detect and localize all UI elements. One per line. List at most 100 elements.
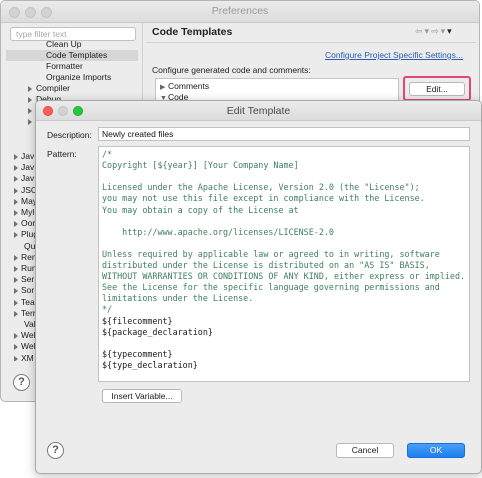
expand-arrow-icon[interactable] <box>14 355 18 361</box>
pattern-line: ${typecomment} <box>102 348 173 359</box>
tree-item[interactable]: Sor <box>6 285 34 296</box>
configure-label: Configure generated code and comments: <box>152 65 311 75</box>
history-nav-icons[interactable]: ⇦▾⇨▾▾ <box>415 26 454 37</box>
pattern-editor[interactable]: /* Copyright [${year}] [Your Company Name… <box>98 146 470 382</box>
insert-variable-button[interactable]: Insert Variable... <box>102 389 182 403</box>
preferences-titlebar: Preferences <box>1 1 479 23</box>
back-arrow-icon[interactable]: ⇦ <box>415 26 425 36</box>
tree-item[interactable]: May <box>6 196 37 207</box>
help-icon[interactable]: ? <box>47 442 64 459</box>
expand-arrow-icon[interactable] <box>14 221 18 228</box>
tree-item-label: Myl <box>21 207 35 217</box>
pattern-line: distributed under the License is distrib… <box>102 260 430 270</box>
pattern-line: See the License for the specific languag… <box>102 282 440 293</box>
ok-button[interactable]: OK <box>407 443 465 458</box>
tree-item-label: Ser <box>21 274 35 285</box>
expand-arrow-icon[interactable] <box>14 310 18 317</box>
tree-item[interactable]: Jav <box>6 173 34 184</box>
expand-arrow-icon[interactable] <box>28 119 32 125</box>
tree-item[interactable]: Ser <box>6 274 34 285</box>
expand-arrow-icon[interactable] <box>14 210 18 216</box>
expand-arrow-icon[interactable] <box>14 277 18 284</box>
tree-item[interactable]: Tea <box>6 297 35 308</box>
expand-arrow-icon[interactable] <box>14 254 18 261</box>
forward-arrow-icon[interactable]: ⇨ <box>431 26 441 36</box>
tree-item-label: Compiler <box>36 83 71 93</box>
pattern-line: ${filecomment} <box>102 315 173 326</box>
tree-item[interactable]: Formatter <box>6 61 138 72</box>
tree-item-label: Jav <box>21 151 35 161</box>
expand-arrow-icon[interactable] <box>28 97 32 103</box>
tree-item[interactable]: Organize Imports <box>6 72 138 83</box>
tree-item-label: XM <box>21 352 34 361</box>
tree-item[interactable]: Wel <box>6 330 36 341</box>
expand-arrow-icon[interactable] <box>14 154 18 160</box>
tree-item[interactable]: Qui <box>6 241 37 252</box>
tree-item-label: Jav <box>21 173 35 184</box>
expand-arrow-icon[interactable] <box>28 108 32 114</box>
template-item-label: Comments <box>168 81 210 91</box>
pattern-line: Unless required by applicable law or agr… <box>102 248 440 259</box>
expand-arrow-icon[interactable] <box>14 266 18 272</box>
expand-arrow-icon[interactable] <box>14 165 18 172</box>
expand-arrow-icon[interactable] <box>14 333 18 340</box>
page-title: Code Templates <box>152 26 233 38</box>
pattern-label: Pattern: <box>47 149 77 159</box>
tree-item[interactable]: Terr <box>6 308 36 319</box>
tree-item-label: Jav <box>21 162 35 173</box>
tree-item[interactable]: Run <box>6 263 37 274</box>
help-icon[interactable]: ? <box>13 374 30 391</box>
tree-item[interactable]: JSC <box>6 185 37 196</box>
tree-item[interactable]: Wel <box>6 341 36 352</box>
pattern-line: Licensed under the Apache License, Versi… <box>102 182 420 193</box>
title-separator <box>146 42 476 43</box>
pattern-line: */ <box>102 304 113 315</box>
tree-item-label: Organize Imports <box>46 72 112 82</box>
tree-item[interactable]: Jav <box>6 162 34 173</box>
expand-arrow-icon[interactable] <box>14 187 18 194</box>
pattern-line: /* <box>102 149 113 159</box>
tree-item[interactable]: Compiler <box>6 83 70 94</box>
expand-arrow-icon[interactable] <box>14 299 18 306</box>
dialog-titlebar: Edit Template <box>36 101 481 121</box>
expand-arrow-icon[interactable] <box>14 288 18 295</box>
dialog-title: Edit Template <box>226 105 291 117</box>
view-menu-icon[interactable]: ▾ <box>447 26 454 36</box>
tree-item[interactable]: Jav <box>6 151 34 162</box>
tree-item[interactable]: Oor <box>6 218 35 229</box>
expand-arrow-icon[interactable] <box>14 198 18 205</box>
cancel-button[interactable]: Cancel <box>336 443 394 458</box>
pattern-line: Copyright [${year}] [Your Company Name] <box>102 160 299 171</box>
pattern-line: http://www.apache.org/licenses/LICENSE-2… <box>102 226 334 237</box>
window-title: Preferences <box>211 5 269 17</box>
tree-item-label: Tea <box>21 296 35 307</box>
expand-arrow-icon[interactable] <box>14 176 18 183</box>
tree-item[interactable]: Clean Up <box>6 39 138 50</box>
tree-item-label: Wel <box>21 330 36 341</box>
configure-project-settings-link[interactable]: Configure Project Specific Settings... <box>325 50 463 60</box>
tree-item-label: Terr <box>21 307 36 318</box>
pattern-line: ${type_declaration} <box>102 359 198 370</box>
pattern-line: limitations under the License. <box>102 293 254 304</box>
edit-button[interactable]: Edit... <box>409 82 465 96</box>
tree-item-label: Oor <box>21 218 36 229</box>
pattern-line: you may not use this file except in comp… <box>102 193 425 204</box>
tree-item-label: Sor <box>21 285 35 296</box>
tree-item-label: Code Templates <box>46 50 108 60</box>
description-field[interactable]: Newly created files <box>98 127 470 141</box>
tree-item[interactable]: Vali <box>6 319 38 330</box>
tree-item[interactable]: XM <box>6 353 34 361</box>
tree-item[interactable]: Plug <box>6 229 38 240</box>
tree-item[interactable]: Ren <box>6 252 37 263</box>
expand-arrow-icon[interactable] <box>14 232 18 239</box>
tree-item[interactable]: Myl <box>6 207 34 218</box>
pattern-line: You may obtain a copy of the License at <box>102 204 299 215</box>
expand-arrow-icon[interactable] <box>14 344 18 351</box>
tree-item[interactable]: Code Templates <box>6 50 138 61</box>
tree-item[interactable]: I <box>6 116 38 127</box>
tree-item-label: Formatter <box>46 61 83 71</box>
pattern-line: WITHOUT WARRANTIES OR CONDITIONS OF ANY … <box>102 271 466 282</box>
tree-item-label: Wel <box>21 341 36 352</box>
edit-template-dialog: Edit Template Description: Newly created… <box>35 100 482 474</box>
expand-arrow-icon[interactable] <box>28 86 32 92</box>
